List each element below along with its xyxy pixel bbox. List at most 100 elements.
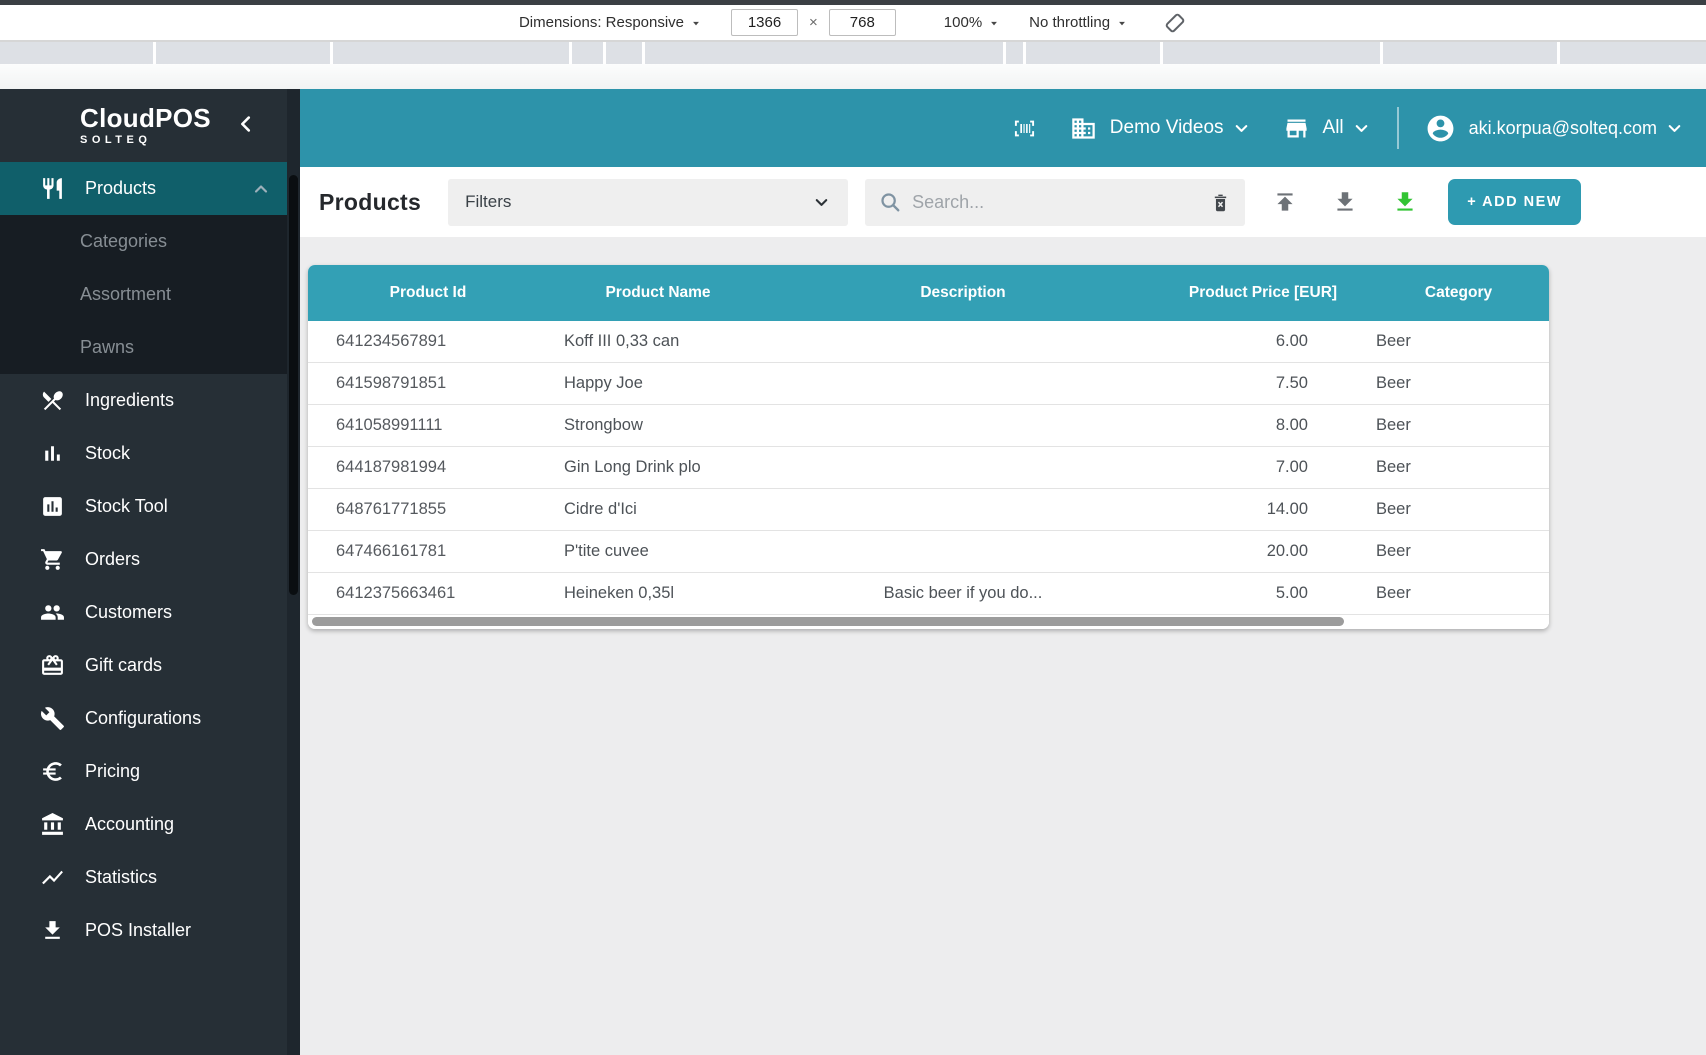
- cell-category: Beer: [1376, 584, 1411, 602]
- throttling-value: No throttling: [1029, 14, 1111, 31]
- download-icon: [1397, 192, 1413, 211]
- sidebar-subitem-assortment[interactable]: Assortment: [0, 268, 287, 321]
- media-query-ruler: [0, 42, 1706, 64]
- horizontal-scrollbar-track[interactable]: [308, 615, 1549, 629]
- download-icon: [1337, 192, 1353, 211]
- euro-icon: [43, 762, 62, 781]
- barcode-icon[interactable]: [1011, 115, 1038, 142]
- sidebar-item-label: Pricing: [85, 761, 141, 781]
- store-selector[interactable]: All: [1283, 115, 1371, 142]
- logo-title: CloudPOS: [80, 103, 211, 133]
- media-query-separator: [153, 42, 156, 64]
- filters-dropdown[interactable]: Filters: [448, 178, 849, 226]
- download-icon[interactable]: [1332, 189, 1358, 215]
- table-row[interactable]: 6412375663461 Heineken 0,35l Basic beer if…: [308, 573, 1549, 615]
- sidebar-scrollbar-track[interactable]: [287, 89, 300, 1055]
- content-area: Product Id Product Name Description Product…: [300, 237, 1706, 1055]
- cell-category: Beer: [1376, 458, 1411, 476]
- sidebar-item-customers[interactable]: Customers: [0, 586, 287, 639]
- sidebar-item-label: Orders: [85, 549, 141, 569]
- user-menu[interactable]: aki.korpua@solteq.com: [1399, 113, 1684, 144]
- sidebar-subitem-pawns[interactable]: Pawns: [0, 321, 287, 374]
- table-row[interactable]: 641058991111 Strongbow 8.00 Beer: [308, 405, 1549, 447]
- cell-id: 641234567891: [336, 332, 447, 350]
- cell-name: Happy Joe: [564, 374, 643, 392]
- upload-icon[interactable]: [1272, 189, 1298, 215]
- cell-description: Basic beer if you do...: [883, 584, 1043, 602]
- sidebar-item-products[interactable]: Products: [0, 162, 287, 215]
- sidebar-subitem-categories[interactable]: Categories: [0, 215, 287, 268]
- cell-name: Cidre d'Ici: [564, 500, 637, 518]
- table-row[interactable]: 647466161781 P'tite cuvee 20.00 Beer: [308, 531, 1549, 573]
- column-header-category[interactable]: Category: [1368, 284, 1549, 302]
- cell-id: 647466161781: [336, 542, 447, 560]
- horizontal-scrollbar-thumb[interactable]: [312, 617, 1344, 626]
- zoom-selector[interactable]: 100%: [944, 14, 1001, 31]
- chevron-down-icon: [1665, 119, 1684, 138]
- crossed-utensils-icon: [42, 391, 63, 411]
- bar-chart-icon: [45, 446, 60, 461]
- viewport-width-input[interactable]: [731, 9, 799, 36]
- cell-price: 7.00: [1275, 458, 1308, 476]
- clear-search-icon: [1214, 194, 1227, 211]
- gift-card-icon: [42, 655, 63, 675]
- user-email: aki.korpua@solteq.com: [1468, 117, 1657, 138]
- sidebar-item-configurations[interactable]: Configurations: [0, 692, 287, 745]
- media-query-separator: [1557, 42, 1560, 64]
- sidebar-item-stock-tool[interactable]: Stock Tool: [0, 480, 287, 533]
- dropdown-caret-icon: [1119, 21, 1125, 25]
- cell-name: P'tite cuvee: [564, 542, 649, 560]
- cell-price: 5.00: [1275, 584, 1308, 602]
- rotate-device-icon: [1165, 13, 1185, 32]
- viewport-height-input[interactable]: [828, 9, 896, 36]
- company-selector-label: Demo Videos: [1109, 117, 1224, 138]
- sidebar-item-ingredients[interactable]: Ingredients: [0, 374, 287, 427]
- sidebar-item-pos-installer[interactable]: POS Installer: [0, 904, 287, 957]
- sidebar-item-pricing[interactable]: Pricing: [0, 745, 287, 798]
- store-icon: [1285, 119, 1307, 137]
- sidebar-scrollbar-thumb[interactable]: [289, 175, 298, 595]
- download-icon: [45, 921, 60, 939]
- cell-name: Koff III 0,33 can: [564, 332, 680, 350]
- column-header-product-name[interactable]: Product Name: [548, 284, 768, 302]
- wrench-icon: [40, 707, 64, 730]
- table-row[interactable]: 648761771855 Cidre d'Ici 14.00 Beer: [308, 489, 1549, 531]
- add-new-button[interactable]: + ADD NEW: [1448, 179, 1582, 225]
- table-row[interactable]: 644187981994 Gin Long Drink plo 7.00 Beer: [308, 447, 1549, 489]
- media-query-separator: [330, 42, 333, 64]
- media-query-separator: [1160, 42, 1163, 64]
- table-row[interactable]: 641234567891 Koff III 0,33 can 6.00 Beer: [308, 321, 1549, 363]
- bank-icon: [42, 813, 63, 835]
- column-header-product-price-eur[interactable]: Product Price [EUR]: [1158, 284, 1368, 302]
- app: CloudPOS SOLTEQ Products Categories Assort…: [0, 89, 1706, 1055]
- chevron-down-icon: [1232, 119, 1251, 138]
- export-download-icon[interactable]: [1392, 189, 1418, 215]
- sidebar-item-gift-cards[interactable]: Gift cards: [0, 639, 287, 692]
- sidebar-item-label: Gift cards: [85, 655, 163, 675]
- throttling-selector[interactable]: No throttling: [1029, 14, 1129, 31]
- cell-category: Beer: [1376, 374, 1411, 392]
- sidebar-nav: Products Categories Assortment Pawns Ingredi…: [0, 162, 287, 957]
- search-input[interactable]: [912, 191, 1200, 213]
- dimensions-selector[interactable]: Dimensions: Responsive: [519, 14, 703, 31]
- chevron-down-icon: [1668, 124, 1681, 132]
- company-selector[interactable]: Demo Videos: [1070, 115, 1251, 142]
- sidebar-item-statistics[interactable]: Statistics: [0, 851, 287, 904]
- cell-price: 20.00: [1266, 542, 1308, 560]
- sidebar-collapse-button[interactable]: [235, 113, 257, 135]
- sidebar-item-accounting[interactable]: Accounting: [0, 798, 287, 851]
- rotate-device-icon[interactable]: [1163, 11, 1187, 35]
- clear-search-icon[interactable]: [1210, 192, 1231, 213]
- table-row[interactable]: 641598791851 Happy Joe 7.50 Beer: [308, 363, 1549, 405]
- column-header-description[interactable]: Description: [768, 284, 1158, 302]
- search-icon: [881, 193, 900, 212]
- sidebar-item-orders[interactable]: Orders: [0, 533, 287, 586]
- cell-category: Beer: [1376, 332, 1411, 350]
- column-header-product-id[interactable]: Product Id: [308, 284, 548, 302]
- filters-label: Filters: [465, 192, 512, 211]
- table-body: 641234567891 Koff III 0,33 can 6.00 Beer 641…: [308, 321, 1549, 615]
- media-query-separator: [1380, 42, 1383, 64]
- store-selector-label: All: [1322, 117, 1344, 138]
- media-query-separator: [1003, 42, 1006, 64]
- sidebar-item-stock[interactable]: Stock: [0, 427, 287, 480]
